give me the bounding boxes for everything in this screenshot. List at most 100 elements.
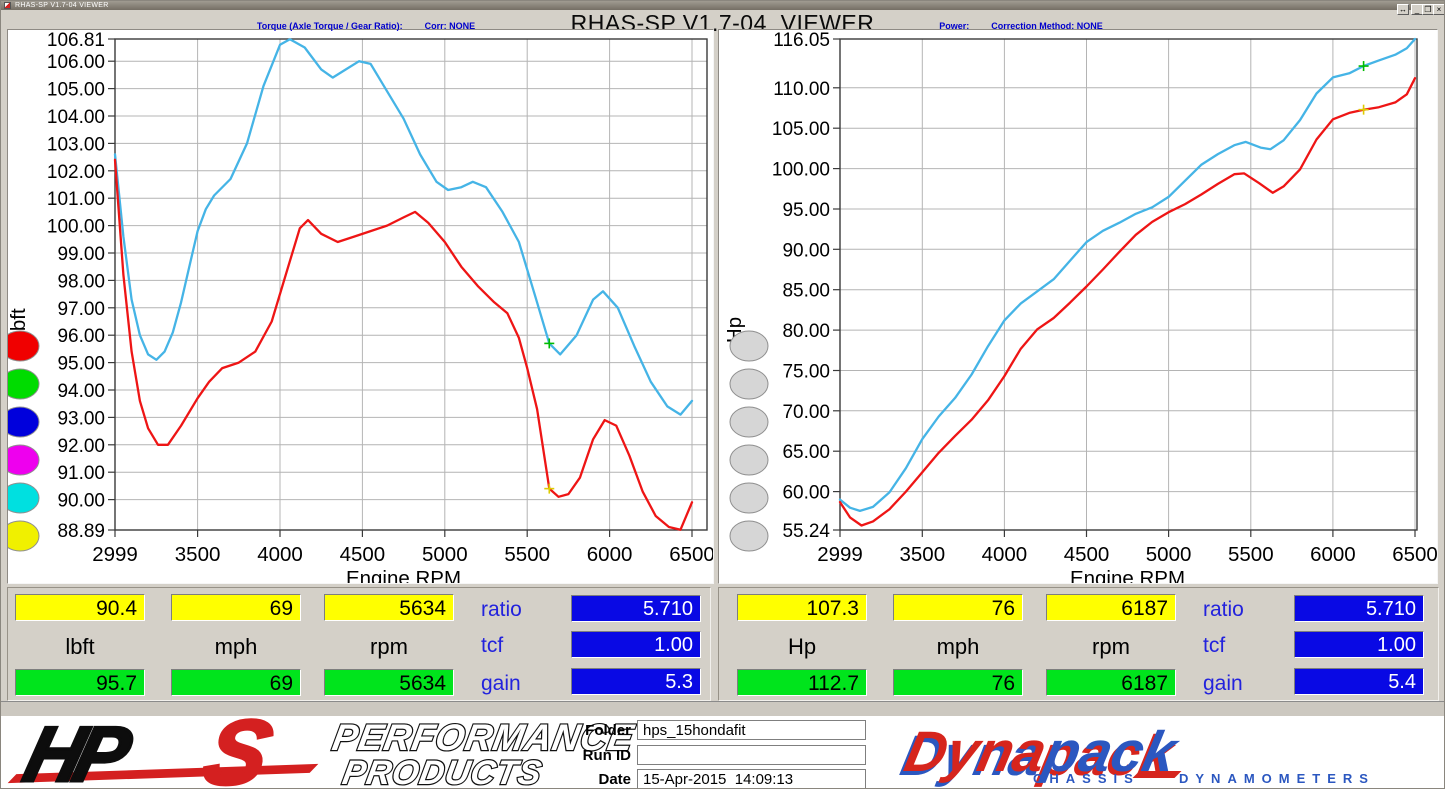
dynapack-dynamometers-text: DYNAMOMETERS <box>1179 771 1375 786</box>
y-tick-label: 92.00 <box>57 436 105 457</box>
torque-chart[interactable]: 106.81106.00105.00104.00103.00102.00101.… <box>8 30 713 583</box>
rpm-unit-label: rpm <box>1046 634 1176 660</box>
trace-color-button-disabled-1 <box>730 369 768 399</box>
power-cursor2-mph-field: 76 <box>893 669 1023 696</box>
mph-unit-label: mph <box>171 634 301 660</box>
y-tick-label: 91.00 <box>57 463 105 484</box>
x-tick-label: 6000 <box>1310 543 1356 566</box>
y-tick-label: 100.00 <box>772 160 830 181</box>
x-tick-label: 6500 <box>669 543 713 566</box>
trace-color-button-magenta[interactable] <box>8 445 39 475</box>
gain-value-field: 5.3 <box>571 668 701 695</box>
y-tick-label: 94.00 <box>57 381 105 402</box>
power-chart[interactable]: 116.05 110.00 105.00 100.00 95.00 90.00 85.00 8… <box>719 30 1437 583</box>
y-tick-label: 95.00 <box>57 354 105 375</box>
x-tick-label: 3500 <box>175 543 221 566</box>
ratio-value-field: 5.710 <box>571 595 701 622</box>
torque-chart-header: Torque (Axle Torque / Gear Ratio): Corr:… <box>196 21 536 31</box>
mph-unit-label: mph <box>893 634 1023 660</box>
folder-label: Folder <box>501 722 631 739</box>
y-tick-label: 103.00 <box>47 134 105 155</box>
gain-label: gain <box>481 672 521 696</box>
y-tick-label: 101.00 <box>47 189 105 210</box>
y-tick-label: 75.00 <box>782 362 830 383</box>
x-tick-label: 2999 <box>92 543 138 566</box>
trace-color-button-cyan[interactable] <box>8 483 39 513</box>
y-tick-label: 90.00 <box>57 491 105 512</box>
torque-header-label: Torque (Axle Torque / Gear Ratio): <box>257 21 403 31</box>
trace-color-button-red[interactable] <box>8 331 39 361</box>
tcf-value-field: 1.00 <box>571 631 701 658</box>
viewer-window: RHAS-SP V1.7-04 VIEWER ↔ _ ❐ × RHAS-SP V… <box>0 0 1445 789</box>
y-tick-label: 97.00 <box>57 299 105 320</box>
tcf-label: tcf <box>481 634 503 658</box>
x-tick-label: 4500 <box>1064 543 1110 566</box>
torque-cursor-mph-field: 69 <box>171 594 301 621</box>
trace-color-button-blue[interactable] <box>8 407 39 437</box>
run-id-label: Run ID <box>501 747 631 764</box>
run-id-input[interactable] <box>637 745 866 765</box>
x-tick-label: 5500 <box>1228 543 1274 566</box>
y-tick-label: 95.00 <box>782 200 830 221</box>
y-tick-label: 106.00 <box>47 52 105 73</box>
x-tick-label: 3500 <box>899 543 945 566</box>
y-tick-label: 60.00 <box>782 483 830 504</box>
ratio-label: ratio <box>1203 598 1244 622</box>
y-tick-label: 85.00 <box>782 281 830 302</box>
power-cursor-mph-field: 76 <box>893 594 1023 621</box>
date-label: Date <box>501 771 631 788</box>
x-tick-label: 5000 <box>422 543 468 566</box>
torque-cursor2-value-field: 95.7 <box>15 669 145 696</box>
power-cursor2-rpm-field: 6187 <box>1046 669 1176 696</box>
y-tick-label: 100.00 <box>47 217 105 238</box>
y-tick-label: 98.00 <box>57 271 105 292</box>
trace-color-button-disabled-5 <box>730 521 768 551</box>
y-tick-label: 93.00 <box>57 408 105 429</box>
gain-value-field: 5.4 <box>1294 668 1424 695</box>
torque-unit-label: lbft <box>15 634 145 660</box>
window-title: RHAS-SP V1.7-04 VIEWER <box>15 1 109 10</box>
trace-color-button-yellow[interactable] <box>8 521 39 551</box>
torque-cursor2-mph-field: 69 <box>171 669 301 696</box>
hps-logo-hp: HP <box>16 709 133 789</box>
trace-color-button-green[interactable] <box>8 369 39 399</box>
power-cursor2-value-field: 112.7 <box>737 669 867 696</box>
y-tick-label: 106.81 <box>47 30 105 51</box>
trace-color-button-disabled-4 <box>730 483 768 513</box>
torque-corr-label: Corr: NONE <box>425 21 476 31</box>
trace-color-button-disabled-0 <box>730 331 768 361</box>
tcf-label: tcf <box>1203 634 1225 658</box>
dynapack-dyna-text: Dyna <box>899 720 1052 784</box>
y-tick-label: 104.00 <box>47 107 105 128</box>
y-tick-label: 90.00 <box>782 240 830 261</box>
torque-cursor2-rpm-field: 5634 <box>324 669 454 696</box>
power-chart-header: Power: Correction Method: NONE <box>871 21 1171 31</box>
y-tick-label: 105.00 <box>772 119 830 140</box>
x-tick-label: 6500 <box>1392 543 1437 566</box>
y-tick-label: 96.00 <box>57 326 105 347</box>
torque-cursor-rpm-field: 5634 <box>324 594 454 621</box>
y-tick-label: 102.00 <box>47 162 105 183</box>
app-icon <box>4 2 11 9</box>
x-axis-title: Engine RPM <box>346 567 461 583</box>
folder-input[interactable] <box>637 720 866 740</box>
date-input[interactable] <box>637 769 866 789</box>
y-tick-label: 99.00 <box>57 244 105 265</box>
y-tick-label: 88.89 <box>57 521 105 542</box>
y-tick-label: 110.00 <box>773 79 830 100</box>
y-tick-label: 80.00 <box>782 321 830 342</box>
hp-unit-label: Hp <box>737 634 867 660</box>
x-tick-label: 5000 <box>1146 543 1192 566</box>
rpm-unit-label: rpm <box>324 634 454 660</box>
x-tick-label: 4500 <box>340 543 386 566</box>
footer: HP S PERFORMANCE PRODUCTS Folder Run ID … <box>1 717 1445 788</box>
y-tick-label: 70.00 <box>782 402 830 423</box>
torque-chart-panel: 106.81106.00105.00104.00103.00102.00101.… <box>7 29 714 584</box>
power-cursor-rpm-field: 6187 <box>1046 594 1176 621</box>
y-tick-label: 116.05 <box>773 30 830 51</box>
trace-color-button-disabled-2 <box>730 407 768 437</box>
x-tick-label: 4000 <box>257 543 303 566</box>
dynapack-chassis-text: CHASSIS <box>1033 771 1140 786</box>
y-tick-label: 65.00 <box>782 442 830 463</box>
x-axis-title: Engine RPM <box>1070 567 1185 583</box>
